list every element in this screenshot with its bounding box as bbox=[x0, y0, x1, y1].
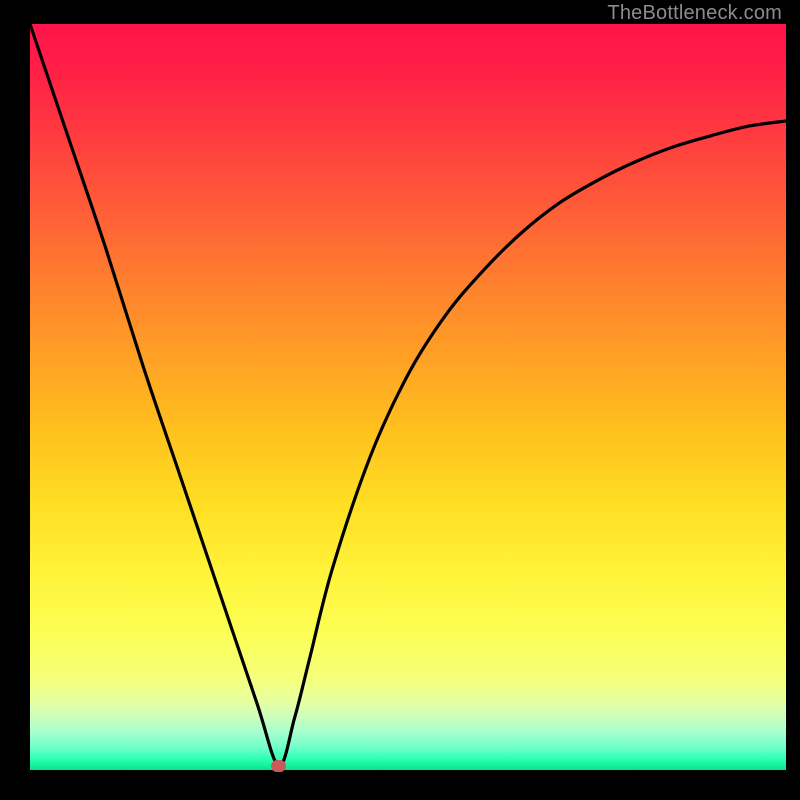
attribution-text: TheBottleneck.com bbox=[607, 2, 782, 25]
curve-svg bbox=[30, 24, 786, 770]
plot-area bbox=[30, 24, 786, 770]
bottleneck-curve bbox=[30, 24, 786, 766]
minimum-marker bbox=[271, 760, 286, 772]
